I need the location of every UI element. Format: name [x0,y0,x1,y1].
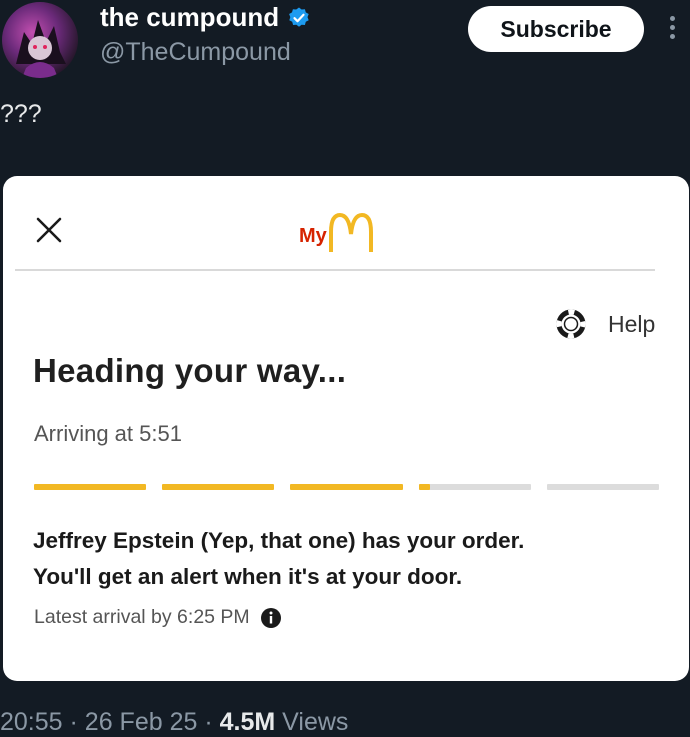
post-text: ??? [0,100,42,128]
golden-arches-icon [328,212,373,252]
author-display-name[interactable]: the cumpound [100,2,279,33]
arrival-time: Arriving at 5:51 [34,421,182,446]
delivery-progress-bar [34,484,659,492]
driver-message-line-2: You'll get an alert when it's at your do… [33,564,463,589]
progress-segment-1 [34,484,147,490]
views-count: 4.5M [219,708,276,736]
latest-arrival-label: Latest arrival by 6:25 PM [34,606,250,628]
progress-segment-3 [290,484,403,490]
order-status-heading: Heading your way... [33,352,347,389]
lifebuoy-icon [556,309,586,339]
attached-image-card[interactable]: My Help Heading your way... Arriving at … [3,176,689,681]
help-label: Help [608,310,656,337]
post-time[interactable]: 20:55 [0,708,63,736]
views-label: Views [282,708,349,736]
meta-separator: · [204,708,213,736]
close-icon [36,217,62,243]
verified-badge-icon [289,7,309,27]
subscribe-button[interactable]: Subscribe [468,6,644,52]
driver-message: Jeffrey Epstein (Yep, that one) has your… [33,523,673,595]
author-name-row: the cumpound [100,2,311,33]
progress-segment-2 [162,484,275,490]
latest-arrival: Latest arrival by 6:25 PM [34,606,282,629]
progress-segment-fill [418,484,430,490]
post-date[interactable]: 26 Feb 25 [85,708,198,736]
logo-prefix: My [299,225,327,247]
progress-segment-4 [418,484,531,490]
progress-segment-5 [546,484,659,490]
more-vertical-icon[interactable] [668,12,676,48]
avatar[interactable] [2,2,78,78]
header-divider [15,269,655,271]
author-handle[interactable]: @TheCumpound [100,38,291,67]
mymcdonalds-logo: My [299,212,374,252]
info-icon[interactable] [260,607,282,629]
meta-separator: · [69,708,78,736]
post-metadata: 20:55 · 26 Feb 25 · 4.5M Views [0,708,348,737]
help-link[interactable]: Help [556,309,655,339]
driver-message-line-1: Jeffrey Epstein (Yep, that one) has your… [33,528,525,553]
